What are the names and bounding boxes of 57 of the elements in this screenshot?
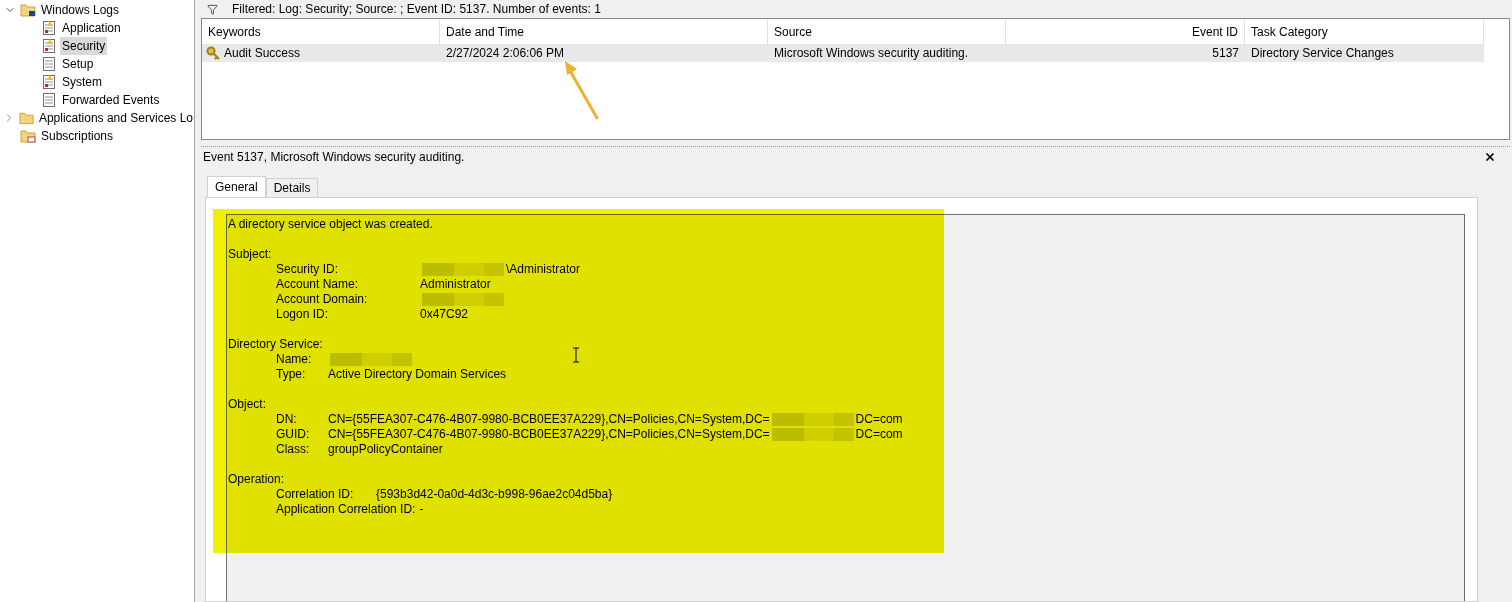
field-label: Application Correlation ID: <box>276 502 416 517</box>
tree-item[interactable]: Subscriptions <box>40 127 115 145</box>
tree-item[interactable]: Security <box>60 37 108 55</box>
table-cell-text: 2/27/2024 2:06:06 PM <box>446 45 565 62</box>
tree-item[interactable]: Forwarded Events <box>60 91 162 109</box>
field-value: DC=com <box>855 412 903 427</box>
field-value: CN={55FEA307-C476-4B07-9980-BCB0EE37A229},CN=Policies,CN=System,DC= <box>328 427 770 442</box>
field-value: CN={55FEA307-C476-4B07-9980-BCB0EE37A229},CN=Policies,CN=System,DC= <box>328 412 770 427</box>
event-row[interactable]: Audit Success 2/27/2024 2:06:06 PM Microsoft Windows security auditing. 5137 Directory Service Changes <box>202 44 1484 62</box>
field-label: Class: <box>276 442 311 457</box>
field-value: 0x47C92 <box>420 307 469 322</box>
log-icon <box>42 92 56 108</box>
folder-icon <box>20 129 36 143</box>
field-label: Account Domain: <box>276 292 369 307</box>
table-cell-text: Directory Service Changes <box>1251 45 1394 62</box>
table-cell-text: 5137 <box>1212 45 1239 62</box>
section-heading: Subject: <box>228 247 273 262</box>
tree-item[interactable]: Setup <box>60 55 96 73</box>
log-icon <box>42 56 56 72</box>
field-value: - <box>419 502 424 517</box>
tab[interactable]: General <box>207 176 266 197</box>
field-value: groupPolicyContainer <box>328 442 443 457</box>
field-label: Correlation ID: <box>276 487 355 502</box>
log-icon <box>42 74 56 90</box>
close-icon[interactable] <box>1484 151 1496 163</box>
tree-item[interactable]: Windows Logs <box>40 1 121 19</box>
filter-icon <box>207 3 218 15</box>
log-icon <box>42 20 56 36</box>
field-label: Logon ID: <box>276 307 330 322</box>
text-cursor-icon <box>572 347 580 363</box>
tree-item[interactable]: Application <box>60 19 123 37</box>
section-heading: Operation: <box>228 472 286 487</box>
section-heading: Directory Service: <box>228 337 324 352</box>
detail-title: Event 5137, Microsoft Windows security auditing. <box>203 149 465 166</box>
log-icon <box>42 38 56 54</box>
tab[interactable]: Details <box>265 178 319 197</box>
tree-item[interactable]: Applications and Services Lo <box>37 109 194 127</box>
field-value: DC=com <box>855 427 903 442</box>
field-value: Administrator <box>420 277 491 292</box>
field-label: Account Name: <box>276 277 360 292</box>
field-value: {593b3d42-0a0d-4d3c-b998-96ae2c04d5ba} <box>376 487 613 502</box>
field-label: Security ID: <box>276 262 339 277</box>
field-label: DN: <box>276 412 298 427</box>
field-label: Type: <box>276 367 307 382</box>
folder-icon <box>20 3 36 17</box>
tree-item[interactable]: System <box>60 73 104 91</box>
field-label: Name: <box>276 352 313 367</box>
key-icon <box>206 45 221 61</box>
field-label: GUID: <box>276 427 311 442</box>
table-cell-text: Microsoft Windows security auditing. <box>774 45 969 62</box>
section-heading: Object: <box>228 397 267 412</box>
field-value: Active Directory Domain Services <box>328 367 507 382</box>
field-value: \Administrator <box>506 262 581 277</box>
table-cell-text: Audit Success <box>224 45 301 62</box>
filter-status: Filtered: Log: Security; Source: ; Event ID: 5137. Number of events: 1 <box>232 3 601 15</box>
folder-icon <box>18 111 34 125</box>
description-summary: A directory service object was created. <box>228 217 434 232</box>
